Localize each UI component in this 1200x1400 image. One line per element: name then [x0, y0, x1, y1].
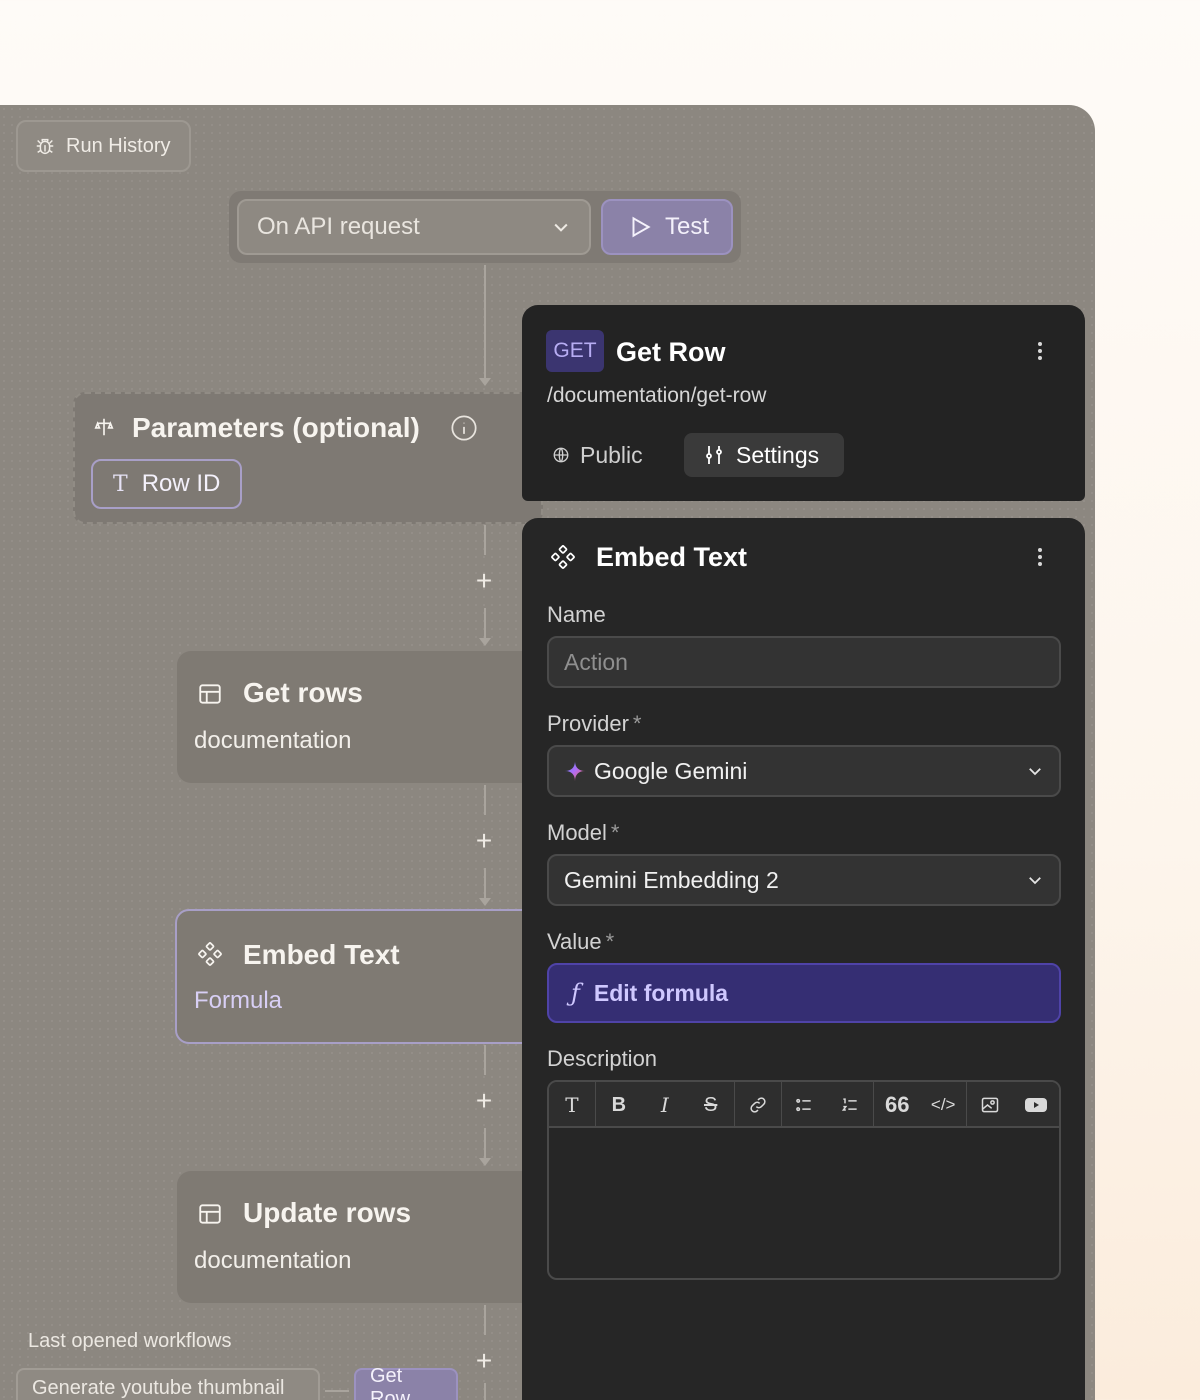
- chevron-down-icon: [1029, 768, 1041, 776]
- connector: [484, 525, 486, 555]
- test-button[interactable]: Test: [601, 199, 733, 255]
- provider-select[interactable]: Google Gemini: [547, 745, 1061, 797]
- name-input[interactable]: Action: [547, 636, 1061, 688]
- connector: [484, 868, 486, 898]
- recent-workflow-item[interactable]: Get Row: [354, 1365, 458, 1400]
- get-rows-node[interactable]: Get rows documentation: [177, 651, 543, 783]
- image-icon[interactable]: [967, 1082, 1013, 1128]
- sliders-icon: [706, 446, 722, 464]
- connector-arrow: [479, 638, 491, 646]
- play-icon: [632, 216, 651, 238]
- connector-arrow: [479, 378, 491, 386]
- table-icon: [199, 1204, 221, 1224]
- model-select[interactable]: Gemini Embedding 2: [547, 854, 1061, 906]
- row-id-label: Row ID: [141, 470, 221, 497]
- run-history-button[interactable]: Run History: [16, 120, 191, 172]
- value-label: Value *: [547, 929, 615, 954]
- connector-arrow: [479, 898, 491, 906]
- recent-workflow-item[interactable]: Generate youtube thumbnail: [16, 1368, 320, 1400]
- tab-public[interactable]: Public: [552, 433, 692, 477]
- trigger-select[interactable]: On API request: [237, 199, 591, 255]
- connector: [484, 608, 486, 638]
- row-id-chip[interactable]: T Row ID: [91, 459, 242, 509]
- add-step-icon[interactable]: +: [472, 567, 496, 595]
- numbered-list-icon[interactable]: [827, 1082, 873, 1128]
- code-icon[interactable]: </>: [920, 1082, 966, 1128]
- trigger-value: On API request: [257, 213, 420, 240]
- parameters-node[interactable]: Parameters (optional) T Row ID: [73, 392, 543, 524]
- parameters-title: Parameters (optional): [132, 412, 420, 443]
- method-badge: GET: [546, 330, 604, 372]
- bold-icon[interactable]: B: [596, 1082, 642, 1128]
- step-config-panel: Embed Text Name Action Provider * Google …: [522, 518, 1085, 1400]
- chevron-down-icon: [554, 223, 568, 232]
- embed-text-node[interactable]: Embed Text Formula: [175, 909, 543, 1044]
- quote-icon[interactable]: 66: [874, 1082, 920, 1128]
- add-step-icon[interactable]: +: [472, 827, 496, 855]
- strikethrough-icon[interactable]: S: [688, 1082, 734, 1128]
- endpoint-path: /documentation/get-row: [547, 384, 767, 407]
- endpoint-title: Get Row: [616, 337, 726, 367]
- connector: [484, 1305, 486, 1335]
- text-icon[interactable]: T: [549, 1082, 595, 1128]
- node-subtitle: documentation: [194, 1247, 352, 1274]
- step-title: Embed Text: [596, 542, 748, 572]
- name-label: Name: [547, 602, 606, 627]
- node-title: Update rows: [243, 1197, 412, 1228]
- split-icon: [94, 418, 114, 436]
- info-icon[interactable]: [450, 414, 478, 442]
- trigger-bar: On API request Test: [229, 191, 741, 263]
- description-editor[interactable]: T B I S 66 </>: [547, 1080, 1061, 1280]
- bullet-list-icon[interactable]: [782, 1082, 828, 1128]
- node-title: Get rows: [243, 677, 363, 708]
- connector: [484, 1383, 486, 1400]
- bug-icon: [36, 138, 54, 155]
- function-icon: ƒ: [571, 979, 580, 1007]
- run-history-label: Run History: [66, 134, 171, 157]
- provider-label: Provider *: [547, 711, 642, 736]
- divider: [325, 1390, 349, 1392]
- endpoint-panel: GET Get Row /documentation/get-row Publi…: [522, 305, 1085, 501]
- connector: [484, 265, 486, 380]
- embed-icon: [551, 545, 575, 569]
- tab-settings[interactable]: Settings: [684, 433, 844, 477]
- test-label: Test: [665, 213, 710, 240]
- node-subtitle: documentation: [194, 727, 352, 754]
- connector: [484, 1128, 486, 1158]
- add-step-icon[interactable]: +: [472, 1347, 496, 1375]
- chevron-down-icon: [1029, 877, 1041, 885]
- node-title: Embed Text: [243, 939, 400, 970]
- more-icon[interactable]: [1037, 548, 1043, 570]
- add-step-icon[interactable]: +: [472, 1087, 496, 1115]
- connector: [484, 1045, 486, 1075]
- update-rows-node[interactable]: Update rows documentation: [177, 1171, 543, 1303]
- node-subtitle: Formula: [194, 987, 283, 1014]
- last-opened-label: Last opened workflows: [28, 1330, 232, 1352]
- italic-icon[interactable]: I: [642, 1082, 688, 1128]
- link-icon[interactable]: [735, 1082, 781, 1128]
- table-icon: [199, 684, 221, 704]
- text-type-icon: T: [113, 471, 128, 497]
- model-label: Model *: [547, 820, 620, 845]
- globe-icon: [553, 447, 569, 463]
- connector: [484, 785, 486, 815]
- more-icon[interactable]: [1037, 342, 1043, 364]
- connector-arrow: [479, 1158, 491, 1166]
- video-icon[interactable]: [1013, 1082, 1059, 1128]
- embed-icon: [198, 942, 222, 966]
- editor-toolbar: T B I S 66 </>: [549, 1082, 1059, 1128]
- edit-formula-button[interactable]: ƒ Edit formula: [547, 963, 1061, 1023]
- description-label: Description: [547, 1046, 658, 1071]
- gemini-icon: [564, 760, 586, 782]
